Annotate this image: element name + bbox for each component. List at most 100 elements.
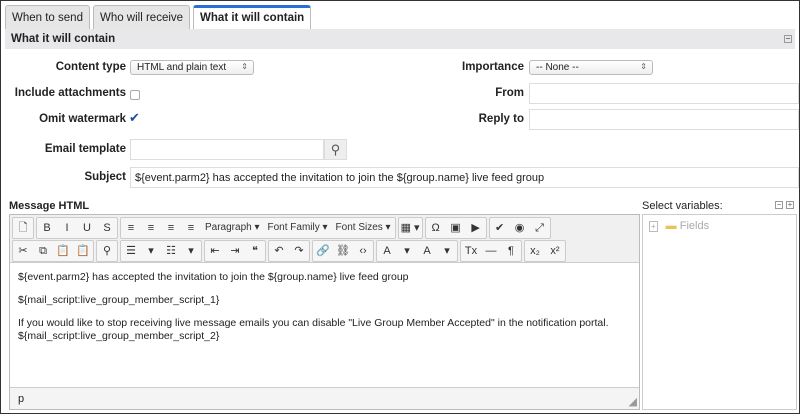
subject-input[interactable]: ${event.parm2} has accepted the invitati… [130, 167, 799, 188]
numbered-list-dropdown[interactable]: ▾ [181, 241, 201, 261]
tab-bar: When to send Who will receive What it wi… [5, 5, 312, 29]
font-sizes-dropdown[interactable]: Font Sizes ▾ [332, 218, 395, 238]
editor-content[interactable]: ${event.parm2} has accepted the invitati… [10, 263, 639, 383]
content-type-value: HTML and plain text [137, 62, 227, 73]
numbered-list-button[interactable]: ☷ [161, 241, 181, 261]
outdent-button[interactable]: ⇤ [205, 241, 225, 261]
collapse-icon[interactable]: − [784, 35, 792, 43]
paragraph-dropdown[interactable]: Paragraph ▾ [201, 218, 264, 238]
importance-label: Importance [462, 61, 524, 73]
importance-value: -- None -- [536, 62, 579, 73]
blockquote-button[interactable]: ❝ [245, 241, 265, 261]
table-button[interactable]: ▦ ▾ [399, 218, 422, 238]
clear-format-button[interactable]: Tx [461, 241, 481, 261]
content-line: ${mail_script:live_group_member_script_1… [18, 294, 220, 306]
search-icon[interactable]: ⚲ [324, 139, 347, 160]
horizontal-rule-button[interactable]: — [481, 241, 501, 261]
background-color-button[interactable]: A [417, 241, 437, 261]
from-input[interactable] [529, 83, 799, 104]
redo-button[interactable]: ↷ [289, 241, 309, 261]
toolbar-group: x₂ x² [524, 240, 566, 262]
toolbar-row-2: ✂ ⧉ 📋 📋 ⚲ ☰ ▾ ☷ ▾ ⇤ ⇥ ❝ ↶ ↷ 🔗 ⛓ ‹› A ▾ A ▾ Tx — ¶ x₂ x² [12, 240, 637, 262]
find-button[interactable]: ⚲ [97, 241, 117, 261]
new-document-button[interactable]: 🗋 [13, 218, 33, 238]
strikethrough-button[interactable]: S [97, 218, 117, 238]
show-blocks-button[interactable]: ¶ [501, 241, 521, 261]
variables-panel: + ▬ Fields [642, 214, 797, 410]
undo-button[interactable]: ↶ [269, 241, 289, 261]
toolbar-group: A ▾ A ▾ [376, 240, 458, 262]
fullscreen-button[interactable]: ⤢ [530, 218, 550, 238]
content-line: If you would like to stop receiving live… [18, 317, 609, 329]
html-editor: 🗋 B I U S ≡ ≡ ≡ ≡ Paragraph ▾ Font Family ▾ Font Si… [9, 214, 640, 410]
expand-icon[interactable]: + [649, 221, 658, 232]
include-attachments-checkbox[interactable] [130, 90, 140, 100]
section-title: What it will contain [11, 33, 116, 45]
code-button[interactable]: ‹› [353, 241, 373, 261]
background-color-dropdown[interactable]: ▾ [437, 241, 457, 261]
email-template-input[interactable] [130, 139, 324, 160]
superscript-button[interactable]: x² [545, 241, 565, 261]
italic-button[interactable]: I [57, 218, 77, 238]
folder-icon: ▬ [665, 220, 677, 232]
link-button[interactable]: 🔗 [313, 241, 333, 261]
importance-select[interactable]: -- None -- ⇕ [529, 60, 653, 75]
tab-what-it-will-contain[interactable]: What it will contain [193, 5, 312, 29]
align-right-button[interactable]: ≡ [161, 218, 181, 238]
element-path[interactable]: p [18, 393, 24, 405]
align-center-button[interactable]: ≡ [141, 218, 161, 238]
toolbar-group: ⚲ [96, 240, 118, 262]
omit-watermark-label: Omit watermark [39, 113, 126, 125]
media-button[interactable]: ▶ [466, 218, 486, 238]
from-label: From [495, 87, 524, 99]
toolbar-group: BIUS [36, 217, 118, 239]
select-arrows-icon: ⇕ [241, 62, 248, 71]
bullet-list-button[interactable]: ☰ [121, 241, 141, 261]
underline-button[interactable]: U [77, 218, 97, 238]
copy-button[interactable]: ⧉ [33, 241, 53, 261]
toolbar-row-1: 🗋 B I U S ≡ ≡ ≡ ≡ Paragraph ▾ Font Family ▾ Font Si… [12, 217, 637, 239]
reply-to-label: Reply to [478, 113, 524, 125]
select-arrows-icon: ⇕ [640, 62, 647, 71]
bullet-list-dropdown[interactable]: ▾ [141, 241, 161, 261]
toolbar-group: ⇤ ⇥ ❝ [204, 240, 266, 262]
justify-button[interactable]: ≡ [181, 218, 201, 238]
special-char-button[interactable]: Ω [426, 218, 446, 238]
email-template-label: Email template [44, 143, 126, 155]
toolbar-group: ✔ ◉ ⤢ [488, 217, 551, 239]
toolbar-group: Ω ▣ ▶ [424, 217, 487, 239]
reply-to-input[interactable] [529, 109, 799, 130]
toolbar-group: 🗋 [12, 217, 34, 239]
paste-text-button[interactable]: 📋 [73, 241, 93, 261]
subject-label: Subject [84, 171, 126, 183]
omit-watermark-checkbox[interactable]: ✔ [129, 110, 140, 126]
align-left-button[interactable]: ≡ [121, 218, 141, 238]
image-button[interactable]: ▣ [446, 218, 466, 238]
font-family-dropdown[interactable]: Font Family ▾ [264, 218, 332, 238]
toolbar-group: ✂ ⧉ 📋 📋 [12, 240, 94, 262]
preview-button[interactable]: ◉ [510, 218, 530, 238]
content-line: ${mail_script:live_group_member_script_2… [18, 330, 220, 342]
spellcheck-button[interactable]: ✔ [490, 218, 510, 238]
section-header: What it will contain − [5, 29, 795, 49]
toolbar-group: ▦ ▾ [397, 217, 423, 239]
tree-node-fields[interactable]: + ▬ Fields [643, 215, 796, 237]
bold-button[interactable]: B [37, 218, 57, 238]
unlink-button[interactable]: ⛓ [333, 241, 353, 261]
collapse-all-icon[interactable]: − [775, 201, 783, 209]
tab-who-will-receive[interactable]: Who will receive [92, 5, 191, 29]
message-html-label: Message HTML [9, 200, 90, 212]
resize-handle-icon[interactable]: ◢ [629, 395, 637, 408]
subscript-button[interactable]: x₂ [525, 241, 545, 261]
toolbar-group: ↶ ↷ [268, 240, 310, 262]
paste-button[interactable]: 📋 [53, 241, 73, 261]
indent-button[interactable]: ⇥ [225, 241, 245, 261]
cut-button[interactable]: ✂ [13, 241, 33, 261]
include-attachments-label: Include attachments [14, 87, 126, 99]
text-color-dropdown[interactable]: ▾ [397, 241, 417, 261]
text-color-button[interactable]: A [377, 241, 397, 261]
tab-when-to-send[interactable]: When to send [5, 5, 90, 29]
content-line: ${event.parm2} has accepted the invitati… [18, 271, 409, 283]
content-type-select[interactable]: HTML and plain text ⇕ [130, 60, 254, 75]
expand-all-icon[interactable]: + [786, 201, 794, 209]
